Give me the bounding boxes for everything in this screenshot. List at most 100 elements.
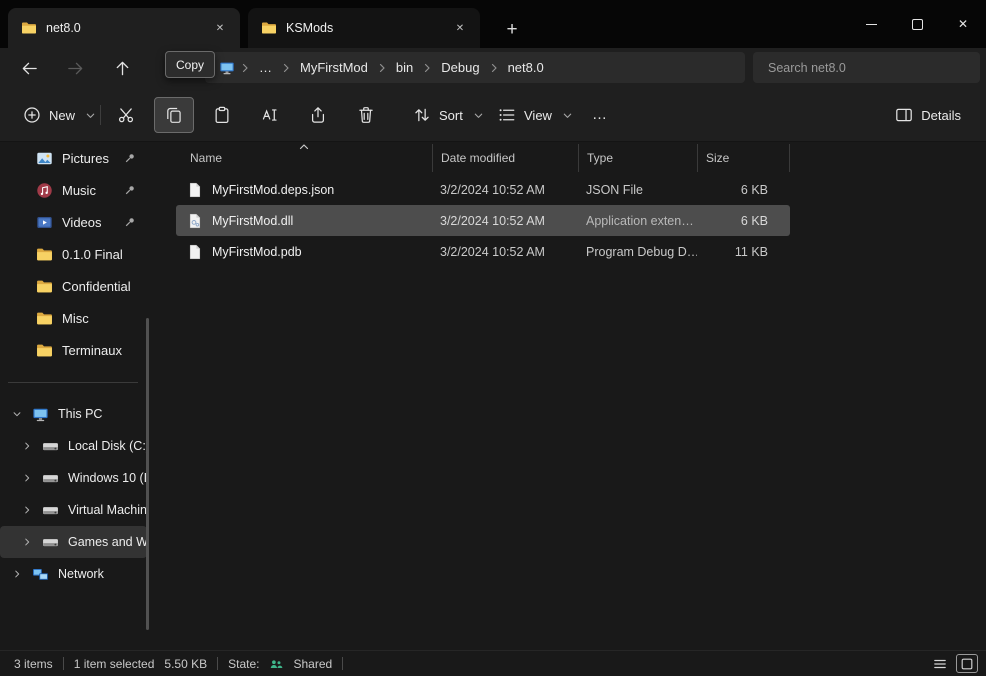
tab-ksmods[interactable]: KSMods ✕	[248, 8, 480, 48]
sidebar-item-label: Virtual Machin	[68, 503, 147, 517]
view-toggles	[929, 654, 978, 673]
thumbnail-view-button[interactable]	[956, 654, 978, 673]
view-button[interactable]: View	[487, 97, 584, 133]
rename-icon	[261, 106, 279, 124]
delete-button[interactable]	[346, 97, 386, 133]
sidebar: Pictures Music Videos 0.1.0 Final Confid…	[0, 142, 150, 650]
chevron-down-icon	[85, 110, 96, 121]
search-box[interactable]	[753, 52, 980, 83]
sidebar-item-label: Network	[58, 567, 147, 581]
file-name: MyFirstMod.dll	[212, 214, 293, 228]
sidebar-item-label: Local Disk (C:)	[68, 439, 147, 453]
cut-button[interactable]	[106, 97, 146, 133]
chevron-right-icon[interactable]	[22, 505, 32, 515]
details-toggle-button[interactable]: Details	[884, 97, 972, 133]
json-file-icon	[187, 182, 203, 198]
sidebar-item-label: Games and W	[68, 535, 147, 549]
more-options-button[interactable]: …	[580, 97, 620, 133]
sidebar-item-windows-10[interactable]: Windows 10 (D	[0, 462, 147, 494]
column-header-size[interactable]: Size	[697, 144, 790, 172]
tab-close-icon[interactable]: ✕	[448, 16, 472, 40]
state-value: Shared	[293, 657, 332, 671]
new-tab-button[interactable]: +	[497, 15, 527, 45]
list-view-icon	[933, 657, 947, 671]
file-size: 6 KB	[697, 214, 790, 228]
maximize-icon	[912, 19, 923, 30]
tab-net8-0[interactable]: net8.0 ✕	[8, 8, 240, 48]
breadcrumb-item-myfirstmod[interactable]: MyFirstMod	[292, 60, 376, 75]
chevron-down-icon[interactable]	[12, 409, 22, 419]
chevron-right-icon	[488, 62, 500, 74]
pin-icon	[124, 152, 136, 164]
rename-button[interactable]	[250, 97, 290, 133]
breadcrumb-item-net8-0[interactable]: net8.0	[500, 60, 552, 75]
back-button[interactable]	[12, 52, 46, 84]
folder-icon	[36, 278, 53, 295]
chevron-right-icon[interactable]	[22, 537, 32, 547]
share-icon	[309, 106, 327, 124]
clipboard-icon	[213, 106, 231, 124]
status-divider	[217, 657, 218, 670]
view-list-icon	[498, 106, 516, 124]
sidebar-item-misc[interactable]: Misc	[0, 302, 147, 334]
file-name: MyFirstMod.deps.json	[212, 183, 334, 197]
close-button[interactable]: ✕	[940, 0, 986, 48]
file-date-modified: 3/2/2024 10:52 AM	[432, 214, 578, 228]
pin-icon	[124, 184, 136, 196]
sidebar-item-games[interactable]: Games and W	[0, 526, 147, 558]
sidebar-item-videos[interactable]: Videos	[0, 206, 147, 238]
new-button[interactable]: New	[12, 97, 107, 133]
sidebar-item-network[interactable]: Network	[0, 558, 147, 590]
breadcrumb-ellipsis[interactable]: …	[251, 60, 280, 75]
sidebar-item-confidential[interactable]: Confidential	[0, 270, 147, 302]
file-name: MyFirstMod.pdb	[212, 245, 302, 259]
up-button[interactable]	[105, 52, 139, 84]
file-row[interactable]: MyFirstMod.pdb 3/2/2024 10:52 AM Program…	[176, 236, 790, 267]
breadcrumb-item-debug[interactable]: Debug	[433, 60, 487, 75]
chevron-right-icon[interactable]	[22, 473, 32, 483]
share-button[interactable]	[298, 97, 338, 133]
chevron-right-icon[interactable]	[12, 569, 22, 579]
breadcrumb-item-bin[interactable]: bin	[388, 60, 421, 75]
file-row-selected[interactable]: MyFirstMod.dll 3/2/2024 10:52 AM Applica…	[176, 205, 790, 236]
ellipsis-icon: …	[592, 110, 608, 120]
sidebar-item-virtual-machines[interactable]: Virtual Machin	[0, 494, 147, 526]
pdb-file-icon	[187, 244, 203, 260]
main-area: Pictures Music Videos 0.1.0 Final Confid…	[0, 142, 986, 650]
pin-icon	[124, 216, 136, 228]
this-pc-icon[interactable]	[219, 60, 235, 76]
arrow-left-icon	[21, 60, 38, 77]
search-input[interactable]	[753, 52, 980, 83]
file-row[interactable]: MyFirstMod.deps.json 3/2/2024 10:52 AM J…	[176, 174, 790, 205]
minimize-button[interactable]	[848, 0, 894, 48]
details-view-button[interactable]	[929, 654, 951, 673]
column-headers: Name Date modified Type Size	[176, 144, 790, 172]
arrow-right-icon	[67, 60, 84, 77]
maximize-button[interactable]	[894, 0, 940, 48]
sidebar-item-pictures[interactable]: Pictures	[0, 142, 147, 174]
paste-button[interactable]	[202, 97, 242, 133]
sidebar-item-local-disk-c[interactable]: Local Disk (C:)	[0, 430, 147, 462]
shared-state-icon	[269, 657, 283, 671]
chevron-right-icon[interactable]	[22, 441, 32, 451]
column-header-date-modified[interactable]: Date modified	[432, 144, 578, 172]
file-type: Program Debug D…	[578, 245, 697, 259]
tab-close-icon[interactable]: ✕	[208, 16, 232, 40]
sort-button[interactable]: Sort	[402, 97, 495, 133]
sidebar-item-010-final[interactable]: 0.1.0 Final	[0, 238, 147, 270]
status-divider	[63, 657, 64, 670]
state-label: State:	[228, 657, 259, 671]
sidebar-item-terminaux[interactable]: Terminaux	[0, 334, 147, 366]
selection-size: 5.50 KB	[164, 657, 207, 671]
forward-button[interactable]	[58, 52, 92, 84]
column-header-type[interactable]: Type	[578, 144, 697, 172]
column-header-name[interactable]: Name	[176, 144, 432, 172]
sidebar-item-music[interactable]: Music	[0, 174, 147, 206]
drive-icon	[42, 438, 59, 455]
copy-button[interactable]	[154, 97, 194, 133]
sort-ascending-icon	[298, 141, 310, 153]
sidebar-item-this-pc[interactable]: This PC	[0, 398, 147, 430]
details-panel-icon	[895, 106, 913, 124]
drive-icon	[42, 502, 59, 519]
sidebar-scrollbar[interactable]	[146, 318, 149, 630]
